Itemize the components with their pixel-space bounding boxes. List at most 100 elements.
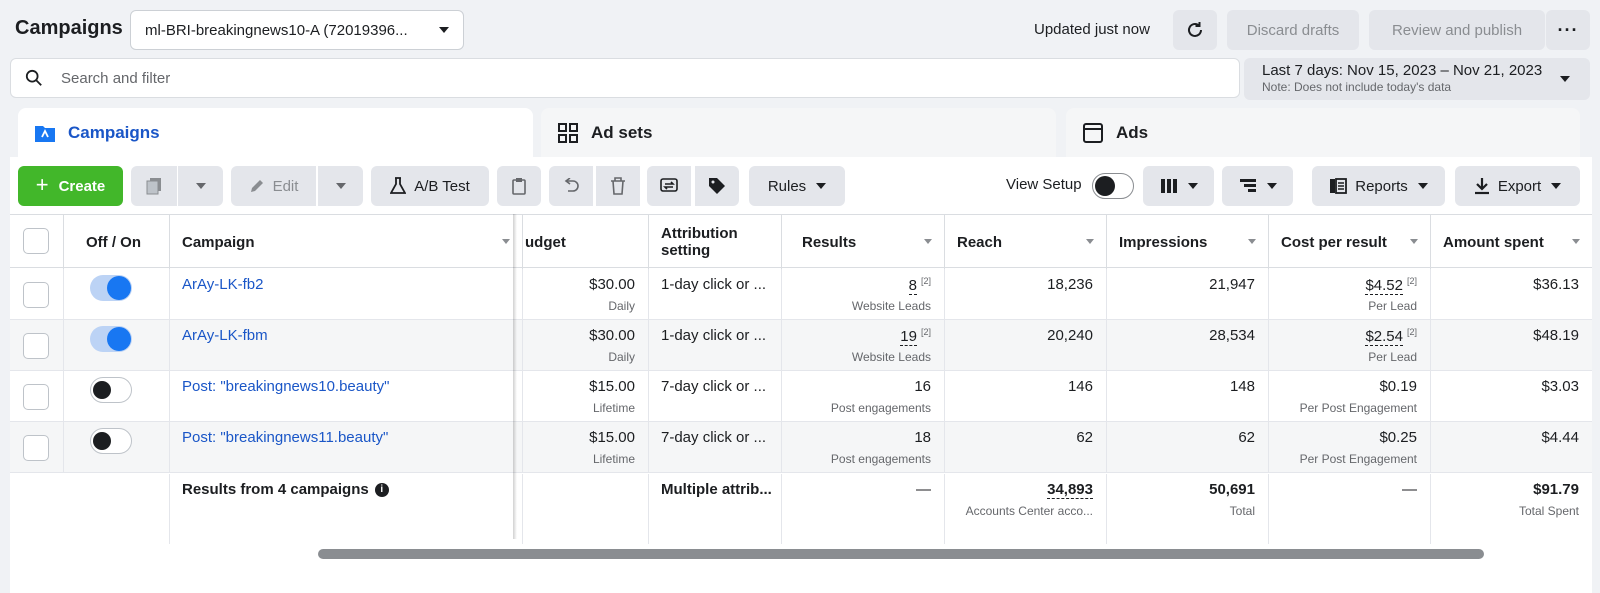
campaign-link[interactable]: ArAy-LK-fb2 [182, 276, 263, 293]
info-icon[interactable]: i [374, 483, 389, 498]
breakdown-button[interactable] [1222, 166, 1293, 206]
tab-campaigns[interactable]: Campaigns [18, 108, 533, 158]
totals-reach[interactable]: 34,893 [1047, 481, 1093, 499]
campaign-toggle[interactable] [90, 428, 132, 454]
rules-button[interactable]: Rules [749, 166, 845, 206]
table-row[interactable]: ArAy-LK-fbm $30.00 Daily 1-day click or .… [10, 320, 1592, 371]
chevron-down-icon [439, 27, 449, 33]
header-select-all[interactable] [10, 215, 64, 269]
refresh-button[interactable] [1173, 10, 1217, 50]
header-spent-label: Amount spent [1443, 233, 1544, 251]
row-select-cell [10, 320, 64, 371]
duplicate-dropdown[interactable] [178, 166, 223, 206]
swap-button[interactable] [647, 166, 691, 206]
header-amount-spent[interactable]: Amount spent [1431, 215, 1592, 269]
budget-type: Daily [608, 299, 635, 313]
table-row[interactable]: ArAy-LK-fb2 $30.00 Daily 1-day click or .… [10, 269, 1592, 320]
cpr-footnote: [2] [1406, 276, 1417, 286]
export-button[interactable]: Export [1455, 166, 1580, 206]
more-options-button[interactable]: ··· [1546, 10, 1590, 50]
tag-button[interactable] [695, 166, 739, 206]
tab-ad-sets[interactable]: Ad sets [541, 108, 1056, 158]
budget-value: $15.00 [589, 378, 635, 395]
totals-row: Results from 4 campaigns i Multiple attri… [10, 474, 1592, 544]
header-off-on-label: Off / On [86, 233, 141, 251]
impressions-value: 62 [1238, 429, 1255, 446]
edit-dropdown[interactable] [318, 166, 363, 206]
totals-select-cell [10, 474, 64, 544]
row-checkbox[interactable] [23, 435, 49, 461]
discard-drafts-button[interactable]: Discard drafts [1227, 10, 1359, 50]
create-button[interactable]: + Create [18, 166, 123, 206]
header-attribution-label: Attribution setting [661, 225, 738, 259]
select-all-checkbox[interactable] [23, 228, 49, 254]
results-cell: 19 [2] Website Leads [782, 320, 945, 371]
date-range-note: Note: Does not include today's data [1262, 80, 1452, 94]
export-label: Export [1497, 177, 1542, 195]
header-attribution[interactable]: Attribution setting [649, 215, 782, 269]
budget-cell: $15.00 Lifetime [523, 422, 649, 473]
results-value[interactable]: 19 [900, 328, 917, 346]
budget-value: $30.00 [589, 276, 635, 293]
edit-button[interactable]: Edit [231, 166, 316, 206]
spent-cell: $4.44 [1431, 422, 1592, 473]
header-campaign[interactable]: Campaign [170, 215, 523, 269]
campaign-link[interactable]: Post: "breakingnews10.beauty" [182, 378, 389, 395]
campaign-toggle[interactable] [90, 326, 132, 352]
table-row[interactable]: Post: "breakingnews11.beauty" $15.00 Life… [10, 422, 1592, 473]
budget-cell: $15.00 Lifetime [523, 371, 649, 422]
header-impressions[interactable]: Impressions [1107, 215, 1269, 269]
columns-button[interactable] [1143, 166, 1214, 206]
row-checkbox[interactable] [23, 384, 49, 410]
view-setup-toggle[interactable] [1092, 173, 1134, 199]
header-budget[interactable]: udget [523, 215, 649, 269]
results-footnote: [2] [920, 276, 931, 286]
tab-ads[interactable]: Ads [1066, 108, 1580, 158]
header-reach[interactable]: Reach [945, 215, 1107, 269]
chevron-down-icon [1551, 183, 1562, 189]
header-off-on: Off / On [64, 215, 170, 269]
attribution-cell: 1-day click or ... [649, 269, 782, 320]
totals-reach-cell: 34,893 Accounts Center acco... [945, 474, 1107, 544]
sort-icon [502, 239, 510, 244]
results-value[interactable]: 8 [908, 277, 917, 295]
search-input[interactable]: Search and filter [10, 58, 1240, 98]
header-cost-per-result[interactable]: Cost per result [1269, 215, 1431, 269]
impressions-value: 21,947 [1209, 276, 1255, 293]
results-cell: 8 [2] Website Leads [782, 269, 945, 320]
updated-status: Updated just now [1034, 21, 1150, 38]
delete-button[interactable] [596, 166, 640, 206]
chevron-down-icon [195, 183, 206, 189]
table-row[interactable]: Post: "breakingnews10.beauty" $15.00 Life… [10, 371, 1592, 422]
chevron-down-icon [1417, 183, 1428, 189]
reach-cell: 18,236 [945, 269, 1107, 320]
sort-icon [924, 239, 932, 244]
horizontal-scrollbar[interactable] [318, 549, 1484, 559]
review-publish-button[interactable]: Review and publish [1369, 10, 1545, 50]
spent-value: $36.13 [1533, 276, 1579, 293]
row-checkbox[interactable] [23, 333, 49, 359]
clipboard-button[interactable] [497, 166, 541, 206]
impressions-cell: 148 [1107, 371, 1269, 422]
row-checkbox[interactable] [23, 282, 49, 308]
attribution-value: 7-day click or ... [661, 378, 767, 395]
spent-cell: $48.19 [1431, 320, 1592, 371]
cpr-value[interactable]: $4.52 [1365, 277, 1403, 295]
date-range-picker[interactable]: Last 7 days: Nov 15, 2023 – Nov 21, 2023… [1244, 58, 1590, 100]
campaign-link[interactable]: Post: "breakingnews11.beauty" [182, 429, 388, 446]
campaign-toggle[interactable] [90, 275, 132, 301]
duplicate-button[interactable] [131, 166, 177, 206]
campaign-link[interactable]: ArAy-LK-fbm [182, 327, 268, 344]
spent-value: $3.03 [1541, 378, 1579, 395]
header-campaign-label: Campaign [182, 233, 255, 251]
undo-button[interactable] [549, 166, 593, 206]
cpr-value[interactable]: $2.54 [1365, 328, 1403, 346]
account-select[interactable]: ml-BRI-breakingnews10-A (72019396... [130, 10, 464, 50]
budget-value: $30.00 [589, 327, 635, 344]
reports-button[interactable]: Reports [1312, 166, 1445, 206]
campaign-toggle[interactable] [90, 377, 132, 403]
header-results[interactable]: Results [782, 215, 945, 269]
ab-test-button[interactable]: A/B Test [371, 166, 489, 206]
toggle-knob [107, 276, 131, 300]
totals-spent-cell: $91.79 Total Spent [1431, 474, 1592, 544]
